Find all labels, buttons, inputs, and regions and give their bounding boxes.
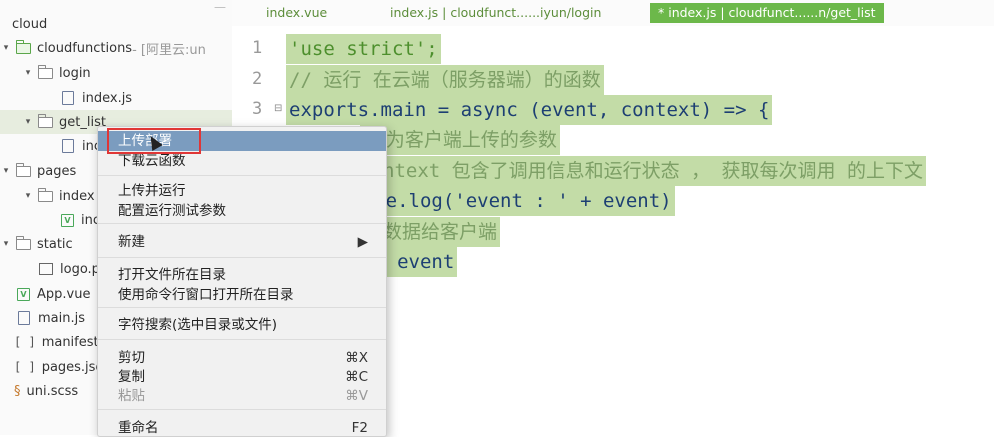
expand-arrow-icon[interactable]: ▾ xyxy=(22,117,34,127)
tab-login-index-js[interactable]: index.js | cloudfunct......iyun/login xyxy=(390,3,601,23)
tree-item-label: App.vue xyxy=(37,286,91,302)
code-token: ntext 包含了调用信息和运行状态 ， 获取每次调用 的上下文 xyxy=(383,160,923,182)
tree-item-label: main.js xyxy=(38,310,85,326)
menu-item-label: 剪切 xyxy=(118,350,145,366)
fold-toggle-icon[interactable]: ⊟ xyxy=(274,103,282,114)
menu-shortcut: F2 xyxy=(351,420,368,436)
code-token: 数据给客户端 xyxy=(383,221,498,243)
folder-icon xyxy=(38,64,53,79)
line-number: 3 xyxy=(252,99,263,119)
json-file-icon: [ ] xyxy=(14,360,36,374)
menu-shortcut: ⌘V xyxy=(345,388,368,404)
editor-tab-bar: index.vue index.js | cloudfunct......iyu… xyxy=(232,0,994,26)
scss-file-icon: § xyxy=(14,383,21,399)
folder-icon xyxy=(16,162,31,177)
menu-item-9[interactable]: 复制 ⌘C xyxy=(118,367,368,387)
js-file-icon xyxy=(62,139,74,153)
menu-item-11[interactable]: 重命名 F2 xyxy=(118,418,368,436)
menu-item-label: 配置运行测试参数 xyxy=(118,203,226,219)
menu-separator xyxy=(98,257,386,258)
menu-shortcut: ⌘C xyxy=(345,369,368,385)
menu-item-label: 下载云函数 xyxy=(118,153,186,169)
tree-item-label: pages xyxy=(37,163,77,179)
menu-separator xyxy=(98,339,386,340)
menu-item-label: 粘贴 xyxy=(118,388,145,404)
tree-item-index-js[interactable]: index.js xyxy=(0,86,232,110)
menu-item-label: 新建 xyxy=(118,234,145,250)
tab-index-vue[interactable]: index.vue xyxy=(266,3,327,23)
tree-item-label: static xyxy=(37,236,73,252)
tree-item-label: cloudfunctions xyxy=(37,40,133,56)
menu-item-8[interactable]: 剪切 ⌘X xyxy=(118,348,368,368)
menu-item-2[interactable]: 上传并运行 xyxy=(118,181,368,201)
line-number: 1 xyxy=(252,38,263,58)
menu-item-3[interactable]: 配置运行测试参数 xyxy=(118,201,368,221)
js-file-icon xyxy=(18,311,30,325)
tab-get-list-index-js[interactable]: * index.js | cloudfunct......n/get_list xyxy=(650,3,884,23)
expand-arrow-icon[interactable]: ▾ xyxy=(22,68,34,78)
submenu-arrow-icon: ▶ xyxy=(357,234,368,250)
vue-file-icon: V xyxy=(61,213,74,227)
menu-separator xyxy=(98,175,386,176)
context-menu: 上传部署 下载云函数 上传并运行 配置运行测试参数 新建 ▶ 打开文件所在目录 使用命令行窗口… xyxy=(97,126,387,437)
menu-item-5[interactable]: 打开文件所在目录 xyxy=(118,265,368,285)
js-file-icon xyxy=(62,91,74,105)
tree-item-label: manifest. xyxy=(41,334,103,350)
tree-item-label: uni.scss xyxy=(26,383,79,399)
menu-item-7[interactable]: 字符搜索(选中目录或文件) xyxy=(118,315,368,335)
expand-arrow-icon[interactable]: ▾ xyxy=(0,43,12,53)
menu-separator xyxy=(98,307,386,308)
image-file-icon xyxy=(39,263,53,275)
menu-item-10[interactable]: 粘贴 ⌘V xyxy=(118,386,368,406)
menu-item-4[interactable]: 新建 ▶ xyxy=(118,232,368,252)
menu-separator xyxy=(98,409,386,410)
expand-arrow-icon[interactable]: ▾ xyxy=(0,239,12,249)
folder-icon xyxy=(38,187,53,202)
expand-arrow-icon[interactable]: ▾ xyxy=(22,191,34,201)
cloud-folder-icon xyxy=(16,39,31,54)
code-token: exports.main = async (event, context) =>… xyxy=(289,99,770,121)
tree-item-cloudfunctions[interactable]: ▾ cloudfunctions - [阿里云:un xyxy=(0,36,232,60)
tree-item-cloud[interactable]: cloud xyxy=(0,12,232,36)
menu-item-label: 重命名 xyxy=(118,420,159,436)
tree-item-label: index xyxy=(59,188,95,204)
menu-item-label: 打开文件所在目录 xyxy=(118,267,226,283)
menu-item-label: 字符搜索(选中目录或文件) xyxy=(118,317,278,333)
code-token: 'use strict'; xyxy=(289,38,438,60)
tree-item-label: cloud xyxy=(12,16,48,32)
code-line[interactable]: exports.main = async (event, context) =>… xyxy=(286,95,773,125)
menu-item-label: 上传并运行 xyxy=(118,183,186,199)
code-token: nt为客户端上传的参数 xyxy=(363,129,557,151)
code-line[interactable]: ntext 包含了调用信息和运行状态 ， 获取每次调用 的上下文 xyxy=(380,156,926,186)
menu-item-6[interactable]: 使用命令行窗口打开所在目录 xyxy=(118,285,368,305)
menu-separator xyxy=(98,223,386,224)
vue-file-icon: V xyxy=(17,287,30,301)
menu-item-label: 使用命令行窗口打开所在目录 xyxy=(118,287,294,303)
code-line[interactable]: // 运行 在云端（服务器端）的函数 xyxy=(286,65,604,95)
code-line[interactable]: 'use strict'; xyxy=(286,34,441,64)
code-line[interactable]: 数据给客户端 xyxy=(380,217,501,247)
code-line[interactable]: nt为客户端上传的参数 xyxy=(360,125,560,155)
menu-item-label: 复制 xyxy=(118,369,145,385)
tree-item-suffix: - [阿里云:un xyxy=(132,42,206,58)
json-file-icon: [ ] xyxy=(14,335,36,349)
line-number: 2 xyxy=(252,69,263,89)
tree-item-label: login xyxy=(59,65,91,81)
code-token: // 运行 在云端（服务器端）的函数 xyxy=(289,69,601,91)
tree-item-login[interactable]: ▾ login xyxy=(0,61,232,85)
folder-icon xyxy=(16,235,31,250)
expand-arrow-icon[interactable]: ▾ xyxy=(0,166,12,176)
tree-item-label: index.js xyxy=(82,90,133,106)
menu-shortcut: ⌘X xyxy=(345,350,368,366)
menu-item-1[interactable]: 下载云函数 xyxy=(118,151,368,171)
folder-icon xyxy=(38,113,53,128)
